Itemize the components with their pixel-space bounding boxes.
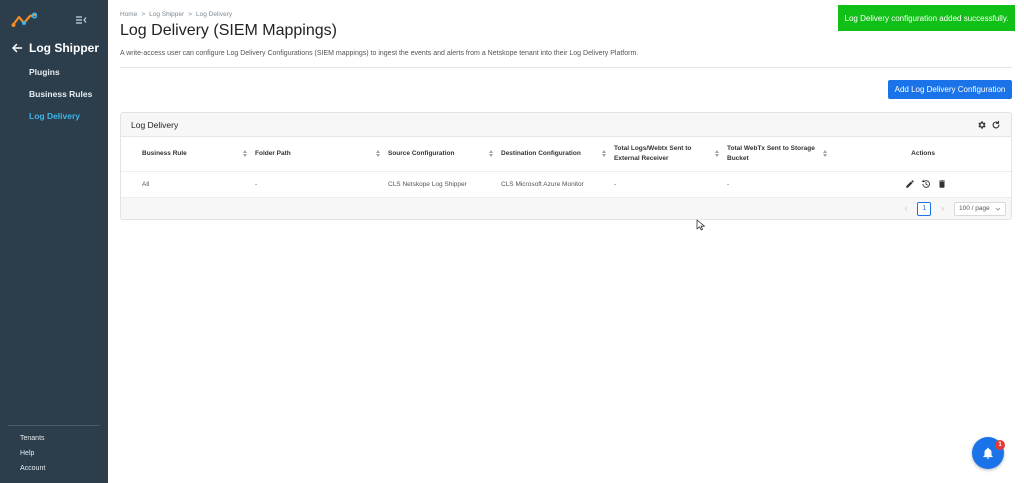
log-delivery-card: Log Delivery Business Rule Folder Path S… xyxy=(120,112,1012,220)
breadcrumb-separator: > xyxy=(188,11,192,18)
sort-icon[interactable] xyxy=(715,150,719,158)
card-title: Log Delivery xyxy=(131,119,179,130)
prev-page-icon[interactable]: ‹ xyxy=(905,204,908,213)
column-header-actions: Actions xyxy=(911,149,935,157)
page-number-current[interactable]: 1 xyxy=(917,201,932,216)
toast-message: Log Delivery configuration added success… xyxy=(844,13,1009,23)
page-description: A write-access user can configure Log De… xyxy=(120,50,639,57)
pagination: ‹ 1 › 100 / page xyxy=(121,197,1011,219)
column-header-business-rule[interactable]: Business Rule xyxy=(142,137,255,171)
sort-icon[interactable] xyxy=(376,150,380,158)
sort-icon[interactable] xyxy=(243,150,247,158)
cell-actions xyxy=(840,171,1011,197)
page-size-select[interactable]: 100 / page xyxy=(954,201,1006,216)
sidebar-item-help[interactable]: Help xyxy=(20,449,45,464)
chevron-down-icon xyxy=(995,207,1001,211)
card-tools xyxy=(977,120,1001,130)
refresh-icon[interactable] xyxy=(991,120,1001,130)
breadcrumb: Home > Log Shipper > Log Delivery xyxy=(120,11,232,18)
netskope-logo-icon[interactable] xyxy=(11,12,37,28)
cell-folder-path: - xyxy=(255,180,258,188)
sidebar-footer: Tenants Help Account xyxy=(20,434,45,479)
column-header-folder-path[interactable]: Folder Path xyxy=(255,137,388,171)
history-icon[interactable] xyxy=(921,179,931,189)
next-page-icon[interactable]: › xyxy=(941,204,944,213)
main-content: Home > Log Shipper > Log Delivery Log De… xyxy=(108,0,1024,483)
page-title: Log Delivery (SIEM Mappings) xyxy=(120,22,337,39)
sidebar-item-tenants[interactable]: Tenants xyxy=(20,434,45,449)
page-size-value: 100 / page xyxy=(959,205,990,212)
sort-icon[interactable] xyxy=(823,150,827,158)
success-toast[interactable]: Log Delivery configuration added success… xyxy=(838,5,1015,31)
breadcrumb-home[interactable]: Home xyxy=(120,11,137,18)
delete-trash-icon[interactable] xyxy=(937,179,947,189)
edit-pencil-icon[interactable] xyxy=(905,179,915,189)
arrow-left-icon xyxy=(12,43,23,53)
table-row[interactable]: All - CLS Netskope Log Shipper CLS Micro… xyxy=(121,171,1011,197)
notification-badge: 1 xyxy=(995,440,1005,450)
log-delivery-table: Business Rule Folder Path Source Configu… xyxy=(121,137,1011,197)
sidebar-section-title: Log Shipper xyxy=(29,41,99,55)
cell-total-webtx: - xyxy=(727,180,730,188)
breadcrumb-log-shipper[interactable]: Log Shipper xyxy=(149,11,184,18)
sidebar: Log Shipper Plugins Business Rules Log D… xyxy=(0,0,108,483)
header-divider xyxy=(120,67,1012,68)
column-header-destination-configuration[interactable]: Destination Configuration xyxy=(501,137,614,171)
column-header-total-logs[interactable]: Total Logs/Webtx Sent to External Receiv… xyxy=(614,137,727,171)
settings-gear-icon[interactable] xyxy=(977,120,987,130)
bell-icon xyxy=(983,447,993,459)
sidebar-item-account[interactable]: Account xyxy=(20,464,45,479)
cell-source-configuration: CLS Netskope Log Shipper xyxy=(388,180,467,188)
sort-icon[interactable] xyxy=(489,150,493,158)
card-header: Log Delivery xyxy=(121,113,1011,137)
back-to-log-shipper[interactable]: Log Shipper xyxy=(11,41,99,55)
sidebar-item-business-rules[interactable]: Business Rules xyxy=(29,89,92,111)
column-header-source-configuration[interactable]: Source Configuration xyxy=(388,137,501,171)
mouse-cursor-icon xyxy=(696,219,705,231)
add-log-delivery-button[interactable]: Add Log Delivery Configuration xyxy=(888,80,1012,99)
table-header-row: Business Rule Folder Path Source Configu… xyxy=(121,137,1011,171)
cell-business-rule: All xyxy=(142,180,150,188)
cell-total-logs: - xyxy=(614,180,617,188)
notifications-button[interactable]: 1 xyxy=(972,437,1005,469)
sidebar-nav: Plugins Business Rules Log Delivery xyxy=(29,67,92,133)
menu-collapse-icon[interactable] xyxy=(75,14,87,26)
breadcrumb-current: Log Delivery xyxy=(196,11,233,18)
sort-icon[interactable] xyxy=(602,150,606,158)
cell-destination-configuration: CLS Microsoft Azure Monitor xyxy=(501,180,584,188)
sidebar-item-plugins[interactable]: Plugins xyxy=(29,67,92,89)
sidebar-item-log-delivery[interactable]: Log Delivery xyxy=(29,111,92,133)
breadcrumb-separator: > xyxy=(141,11,146,18)
sidebar-divider xyxy=(8,425,100,426)
column-header-total-webtx[interactable]: Total WebTx Sent to Storage Bucket xyxy=(727,137,840,171)
